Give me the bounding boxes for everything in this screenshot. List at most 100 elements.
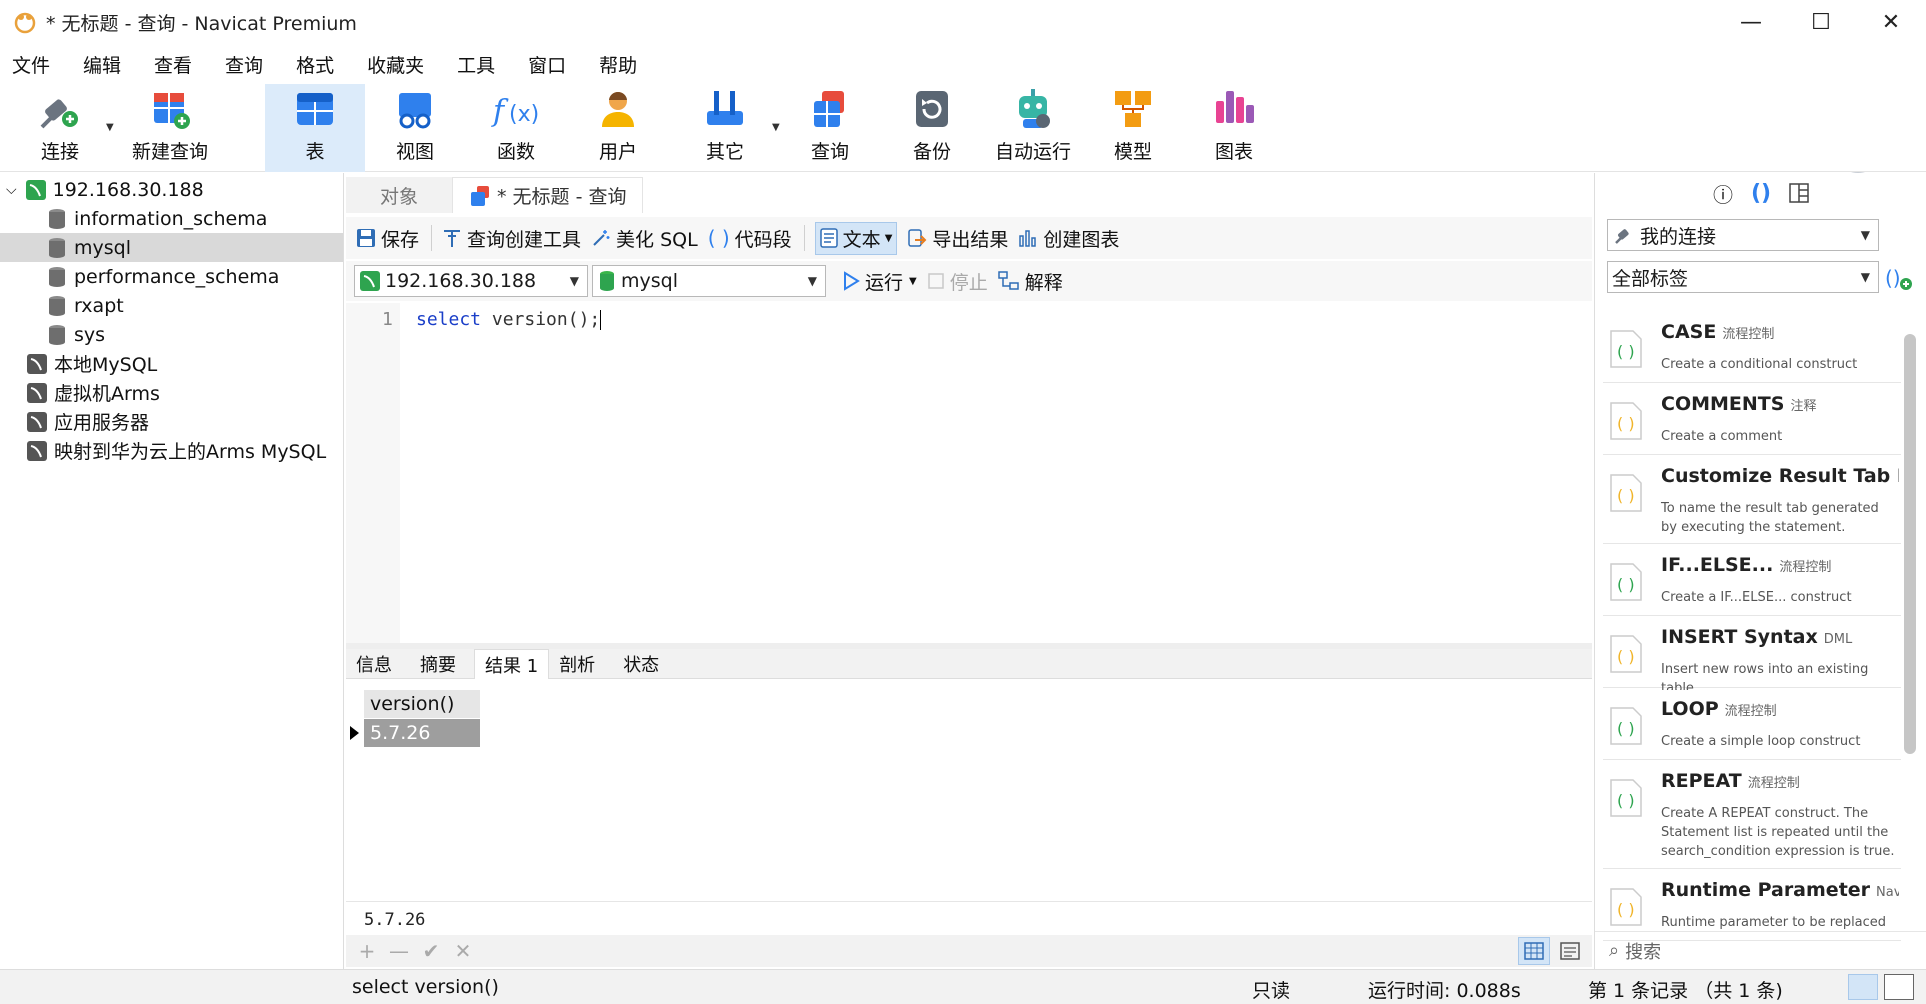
query-builder-button[interactable]: 查询创建工具 (442, 225, 581, 252)
tree-db-sys[interactable]: sys (0, 320, 343, 349)
query-button[interactable]: 查询 (790, 84, 870, 172)
connect-button[interactable]: 连接 (20, 84, 100, 172)
sql-editor[interactable]: 1 select version(); (346, 303, 1592, 643)
view-button[interactable]: 视图 (375, 84, 455, 172)
snippet-search[interactable]: ⌕ 搜索 (1595, 931, 1926, 969)
snippet-icon[interactable]: () (1751, 181, 1771, 206)
menu-view[interactable]: 查看 (142, 51, 213, 78)
form-view-button[interactable] (1554, 937, 1586, 965)
apply-changes-button[interactable]: ✔ (420, 939, 442, 963)
delete-record-button[interactable]: — (388, 939, 410, 963)
tree-db-label: rxapt (74, 294, 124, 317)
snippet-item[interactable]: ( ) Customize Result Tab Nam To name the r… (1603, 457, 1901, 544)
export-icon (908, 229, 927, 247)
connection-filter-select[interactable]: 我的连接 ▼ (1607, 219, 1879, 251)
model-button[interactable]: 模型 (1093, 84, 1173, 172)
maximize-button[interactable]: ☐ (1786, 0, 1856, 44)
backup-icon (916, 91, 948, 127)
menu-window[interactable]: 窗口 (516, 51, 587, 78)
menu-query[interactable]: 查询 (213, 51, 284, 78)
connect-dropdown-icon[interactable]: ▼ (106, 122, 114, 133)
layout-icon[interactable] (1789, 183, 1809, 203)
other-button[interactable]: 其它 (685, 84, 765, 172)
minimize-button[interactable]: — (1716, 0, 1786, 44)
tab-result-1[interactable]: 结果 1 (474, 649, 550, 679)
robot-icon (1019, 89, 1050, 128)
snippet-title: COMMENTS (1661, 393, 1785, 415)
toggle-right-panel-button[interactable] (1884, 974, 1914, 1000)
tab-objects[interactable]: 对象 (346, 177, 452, 213)
new-query-label: 新建查询 (131, 141, 208, 163)
automation-button[interactable]: 自动运行 (988, 84, 1078, 172)
tag-filter-select[interactable]: 全部标签 ▼ (1607, 261, 1879, 293)
column-header[interactable]: version() (364, 690, 480, 718)
discard-changes-button[interactable]: ✕ (452, 939, 474, 963)
tab-query[interactable]: * 无标题 - 查询 (452, 177, 644, 213)
snippet-item[interactable]: ( ) IF...ELSE... 流程控制 Create a IF...ELSE...… (1603, 546, 1901, 616)
snippet-item[interactable]: ( ) CASE 流程控制 Create a conditional construc… (1603, 313, 1901, 383)
tree-connection-root[interactable]: ⌵ 192.168.30.188 (0, 175, 343, 204)
stop-label: 停止 (949, 271, 988, 294)
new-snippet-icon[interactable]: () (1885, 265, 1913, 291)
chevron-down-icon[interactable]: ⌵ (6, 182, 17, 198)
table-button[interactable]: 表 (265, 84, 365, 172)
run-dropdown-icon[interactable]: ▼ (909, 276, 917, 287)
tree-db-performance-schema[interactable]: performance_schema (0, 262, 343, 291)
tree-connection-appserver[interactable]: 应用服务器 (0, 407, 343, 436)
create-chart-button[interactable]: 创建图表 (1018, 225, 1119, 252)
save-button[interactable]: 保存 (356, 225, 419, 252)
tree-db-label: sys (74, 323, 106, 346)
connection-select[interactable]: 192.168.30.188 ▼ (354, 265, 588, 297)
text-mode-button[interactable]: 文本 ▼ (814, 221, 898, 255)
tree-db-rxapt[interactable]: rxapt (0, 291, 343, 320)
menu-help[interactable]: 帮助 (587, 51, 658, 78)
backup-button[interactable]: 备份 (892, 84, 972, 172)
export-result-button[interactable]: 导出结果 (907, 225, 1008, 252)
grid-view-button[interactable] (1518, 937, 1550, 965)
menu-edit[interactable]: 编辑 (71, 51, 142, 78)
table-cell[interactable]: 5.7.26 (364, 719, 480, 747)
tree-connection-huawei[interactable]: 映射到华为云上的Arms MySQL (0, 436, 343, 465)
tree-db-mysql[interactable]: mysql (0, 233, 343, 262)
close-button[interactable]: ✕ (1856, 0, 1926, 44)
result-grid[interactable]: version() 5.7.26 (346, 680, 1592, 900)
mysql-connection-icon (27, 382, 47, 403)
tab-summary[interactable]: 摘要 (410, 649, 474, 679)
user-button[interactable]: 用户 (578, 84, 658, 172)
snippet-item[interactable]: ( ) INSERT Syntax DML Insert new rows into … (1603, 618, 1901, 696)
snippet-item[interactable]: ( ) REPEAT 流程控制 Create A REPEAT construct. … (1603, 762, 1901, 869)
tab-status[interactable]: 状态 (613, 649, 677, 679)
run-button[interactable]: 运行 ▼ (842, 268, 917, 295)
menu-format[interactable]: 格式 (284, 51, 355, 78)
toggle-left-panel-button[interactable] (1848, 974, 1878, 1000)
tree-connection-local[interactable]: 本地MySQL (0, 349, 343, 378)
snippet-tag: DML (1823, 632, 1853, 647)
tab-info[interactable]: 信息 (346, 649, 410, 679)
chart-button[interactable]: 图表 (1194, 84, 1274, 172)
tab-profile[interactable]: 剖析 (549, 649, 613, 679)
code-snippet-button[interactable]: ( ) 代码段 (708, 225, 792, 252)
snippet-file-icon: ( ) (1610, 635, 1642, 673)
function-button[interactable]: f (x) 函数 (476, 84, 556, 172)
tree-db-information-schema[interactable]: information_schema (0, 204, 343, 233)
menu-tools[interactable]: 工具 (445, 51, 516, 78)
beautify-sql-button[interactable]: 美化 SQL (591, 225, 698, 252)
explain-button[interactable]: 解释 (997, 268, 1063, 295)
text-mode-dropdown-icon[interactable]: ▼ (885, 233, 893, 244)
tree-connection-vm[interactable]: 虚拟机Arms (0, 378, 343, 407)
snippet-scrollbar[interactable] (1904, 334, 1916, 754)
snippet-item[interactable]: ( ) LOOP 流程控制 Create a simple loop construc… (1603, 690, 1901, 760)
sql-code-line[interactable]: select version(); (416, 309, 602, 330)
menu-favorites[interactable]: 收藏夹 (355, 51, 445, 78)
connection-tree: ⌵ 192.168.30.188 information_schema mysq… (0, 173, 344, 969)
snippet-item[interactable]: ( ) COMMENTS 注释 Create a comment (1603, 385, 1901, 455)
menu-file[interactable]: 文件 (0, 51, 71, 78)
stop-button[interactable]: 停止 (927, 268, 988, 295)
other-dropdown-icon[interactable]: ▼ (772, 122, 780, 133)
tag-filter-value: 全部标签 (1612, 267, 1689, 290)
add-record-button[interactable]: + (356, 939, 378, 963)
new-query-button[interactable]: 新建查询 (122, 84, 218, 172)
info-icon[interactable]: ⓘ (1713, 179, 1733, 208)
database-select[interactable]: mysql ▼ (592, 265, 826, 297)
database-icon (49, 208, 65, 229)
